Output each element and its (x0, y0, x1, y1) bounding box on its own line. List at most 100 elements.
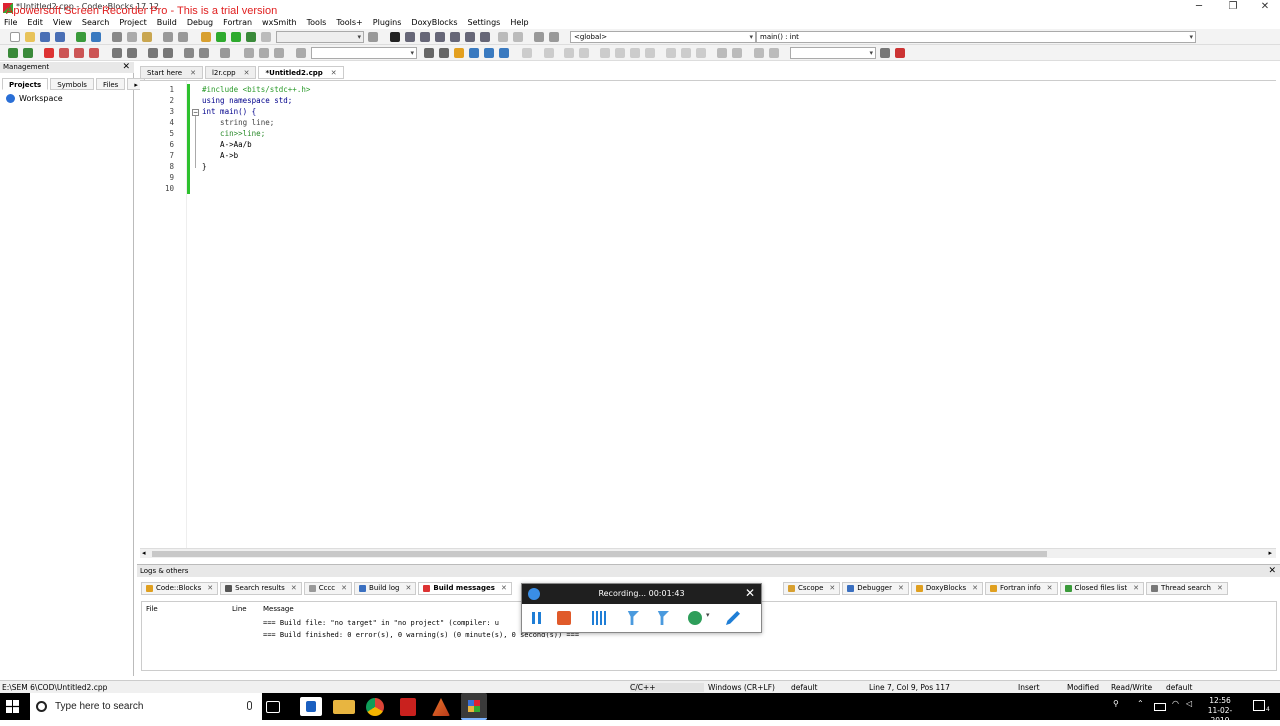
prev-marker-icon[interactable] (244, 48, 254, 58)
save-all-icon[interactable] (55, 32, 65, 42)
highlight-text-icon[interactable] (454, 48, 464, 58)
comment-icon[interactable] (148, 48, 158, 58)
system-clock[interactable]: 12:56 11-02-2019 (1200, 696, 1240, 726)
menu-project[interactable]: Project (119, 18, 146, 27)
block-a-icon[interactable] (666, 48, 676, 58)
maximize-button[interactable]: ❐ (1216, 0, 1250, 16)
management-close-button[interactable]: ✕ (122, 62, 130, 73)
column-line[interactable]: Line (232, 605, 247, 613)
find-prev-icon[interactable] (424, 48, 434, 58)
find-next-icon[interactable] (439, 48, 449, 58)
copy-icon[interactable] (127, 32, 137, 42)
tab-search-results[interactable]: Search results ✕ (220, 582, 302, 595)
pdf-reader-icon[interactable] (400, 698, 416, 716)
chrome-icon[interactable] (366, 698, 384, 716)
webcam-icon[interactable] (688, 611, 702, 625)
pause-debug-icon[interactable] (498, 32, 508, 42)
volume-icon[interactable]: ◁ (1186, 699, 1192, 708)
network-icon[interactable]: ◠ (1172, 699, 1179, 708)
align-c-icon[interactable] (630, 48, 640, 58)
tab-doxyblocks[interactable]: DoxyBlocks ✕ (910, 582, 984, 595)
symbol-search-combo[interactable]: ▾ (790, 47, 876, 59)
tab-thread-search[interactable]: Thread search ✕ (1145, 582, 1228, 595)
prev-bookmark-icon[interactable] (59, 48, 69, 58)
clear-bookmarks-icon[interactable] (89, 48, 99, 58)
next-bookmark-icon[interactable] (74, 48, 84, 58)
regex-icon[interactable] (499, 48, 509, 58)
workspace-node[interactable]: Workspace (6, 94, 63, 103)
scroll-left-arrow[interactable]: ◂ (142, 549, 146, 557)
people-icon[interactable]: ⚲ (1113, 699, 1119, 708)
menu-settings[interactable]: Settings (468, 18, 501, 27)
rebuild-icon[interactable] (246, 32, 256, 42)
abort-icon[interactable] (261, 32, 271, 42)
tab-cscope[interactable]: Cscope ✕ (783, 582, 841, 595)
step-into-icon[interactable] (435, 32, 445, 42)
align-d-icon[interactable] (645, 48, 655, 58)
tab-cccc[interactable]: Cccc ✕ (303, 582, 353, 595)
taskbar-app-blue-icon[interactable] (300, 697, 322, 716)
pause-icon[interactable] (530, 611, 544, 625)
menu-fortran[interactable]: Fortran (223, 18, 252, 27)
scope-combo[interactable]: <global> ▾ (570, 31, 756, 43)
align-a-icon[interactable] (600, 48, 610, 58)
tab-projects[interactable]: Projects (2, 78, 49, 90)
tab-start-here[interactable]: Start here ✕ (140, 66, 203, 79)
uncomment-icon[interactable] (163, 48, 173, 58)
logs-close-button[interactable]: ✕ (1268, 565, 1276, 577)
menu-search[interactable]: Search (82, 18, 109, 27)
tools-icon[interactable] (895, 48, 905, 58)
tab-fortran-info[interactable]: Fortran info ✕ (985, 582, 1058, 595)
toggle-comment-icon[interactable] (184, 48, 194, 58)
tab-codeblocks-log[interactable]: Code::Blocks ✕ (141, 582, 219, 595)
find-icon[interactable] (163, 32, 173, 42)
notifications-icon[interactable] (1253, 700, 1265, 711)
next-line-icon[interactable] (420, 32, 430, 42)
tab-close-icon[interactable]: ✕ (244, 69, 250, 77)
tab-untitled2[interactable]: *Untitled2.cpp ✕ (258, 66, 344, 79)
tab-closed-files[interactable]: Closed files list ✕ (1059, 582, 1144, 595)
show-target-icon[interactable] (368, 32, 378, 42)
minimize-button[interactable]: ─ (1182, 0, 1216, 16)
menu-debug[interactable]: Debug (187, 18, 213, 27)
menu-doxyblocks[interactable]: DoxyBlocks (411, 18, 457, 27)
menu-file[interactable]: File (4, 18, 17, 27)
new-file-icon[interactable] (10, 32, 20, 42)
back-icon[interactable] (8, 48, 18, 58)
tab-build-log[interactable]: Build log ✕ (354, 582, 417, 595)
tab-symbols[interactable]: Symbols (50, 78, 94, 90)
stop-record-icon[interactable] (557, 611, 571, 625)
save-icon[interactable] (40, 32, 50, 42)
open-file-icon[interactable] (25, 32, 35, 42)
microphone-icon[interactable] (247, 701, 252, 710)
menu-wxsmith[interactable]: wxSmith (262, 18, 297, 27)
debug-run-icon[interactable] (390, 32, 400, 42)
audio-level-icon[interactable] (592, 611, 606, 625)
jump-icon[interactable] (112, 48, 122, 58)
forward-icon[interactable] (23, 48, 33, 58)
step-instruction-icon[interactable] (480, 32, 490, 42)
editor-horizontal-scrollbar[interactable]: ◂ ▸ (140, 548, 1276, 558)
layout-b-icon[interactable] (579, 48, 589, 58)
replace-icon[interactable] (178, 32, 188, 42)
symbol-s-icon[interactable] (754, 48, 764, 58)
codeblocks-taskbar-icon[interactable] (461, 693, 487, 720)
stream-comment-icon[interactable] (199, 48, 209, 58)
menu-help[interactable]: Help (510, 18, 528, 27)
code-editor[interactable]: 1 2 3 4 5 6 7 8 9 10 − #include <bits/st… (140, 80, 1276, 551)
battery-icon[interactable] (1154, 703, 1166, 711)
run-icon[interactable] (216, 32, 226, 42)
pen-tool-icon[interactable] (627, 611, 639, 625)
column-message[interactable]: Message (263, 605, 294, 613)
matlab-icon[interactable] (432, 698, 450, 716)
build-target-combo[interactable]: ▾ (276, 31, 364, 43)
search-text-combo[interactable]: ▾ (311, 47, 417, 59)
block-c-icon[interactable] (696, 48, 706, 58)
marker-icon[interactable] (259, 48, 269, 58)
tab-debugger[interactable]: Debugger ✕ (842, 582, 909, 595)
menu-view[interactable]: View (53, 18, 72, 27)
marker-tool-icon[interactable] (657, 611, 669, 625)
scrollbar-thumb[interactable] (152, 551, 1047, 557)
box-comment-icon[interactable] (220, 48, 230, 58)
annotate-icon[interactable] (726, 611, 740, 625)
